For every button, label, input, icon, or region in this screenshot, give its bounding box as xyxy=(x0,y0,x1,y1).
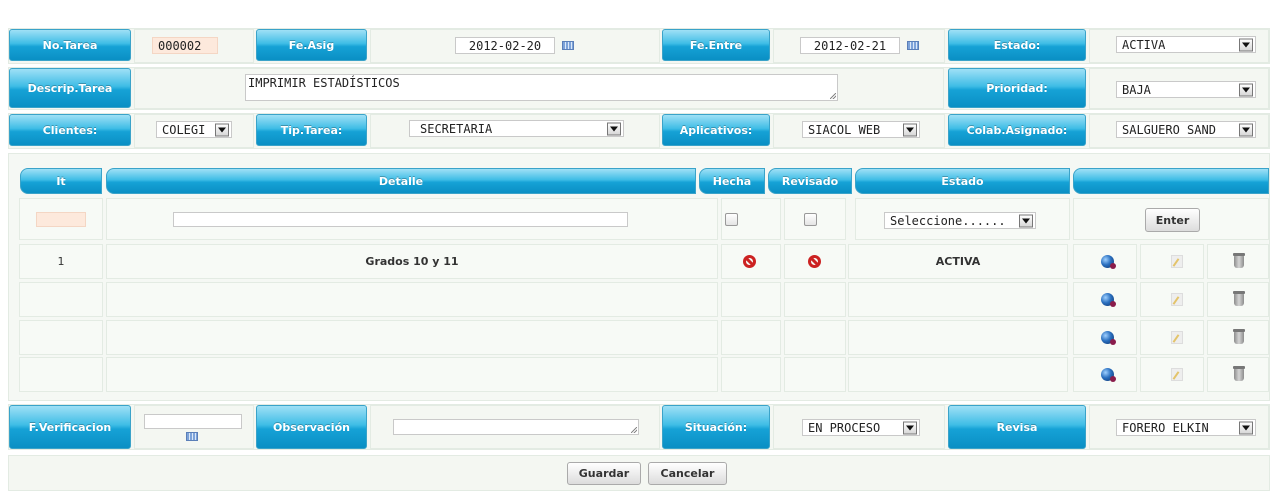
globe-view-icon[interactable] xyxy=(1101,368,1116,382)
situacion-select-value: EN PROCESO xyxy=(808,420,881,435)
chevron-down-icon[interactable] xyxy=(1239,38,1253,51)
globe-view-icon[interactable] xyxy=(1101,293,1116,307)
aplicativos-select[interactable]: SIACOL WEB xyxy=(802,121,920,138)
enter-button[interactable]: Enter xyxy=(1145,208,1200,232)
situacion-select[interactable]: EN PROCESO xyxy=(802,419,920,436)
clientes-select-value: COLEGI xyxy=(162,122,206,137)
chevron-down-icon[interactable] xyxy=(1239,421,1253,434)
clientes-label: Clientes: xyxy=(9,114,131,146)
col-header-revisado: Revisado xyxy=(768,168,852,194)
estado-entry-select-value: Seleccione...... xyxy=(890,213,1006,228)
table-cell xyxy=(721,320,781,355)
chevron-down-icon[interactable] xyxy=(903,421,917,434)
colab-asignado-select-value: SALGUERO SAND xyxy=(1122,122,1216,137)
chevron-down-icon[interactable] xyxy=(1239,83,1253,96)
descrip-tarea-textarea[interactable]: IMPRIMIR ESTADÍSTICOS xyxy=(245,74,838,101)
resize-grip-icon[interactable] xyxy=(830,93,836,99)
observacion-textarea[interactable] xyxy=(393,419,639,435)
f-verificacion-field[interactable] xyxy=(144,414,242,429)
col-header-it: It xyxy=(20,168,102,194)
table-cell xyxy=(784,357,846,392)
row-detalle xyxy=(106,282,718,317)
col-header-hecha: Hecha xyxy=(699,168,765,194)
col-header-actions xyxy=(1073,168,1269,194)
it-entry-field[interactable] xyxy=(36,212,86,227)
globe-view-icon[interactable] xyxy=(1101,331,1116,345)
detalle-entry-field[interactable] xyxy=(173,212,628,227)
row-it xyxy=(19,320,103,355)
calendar-icon[interactable] xyxy=(907,41,919,50)
table-cell xyxy=(721,357,781,392)
globe-view-icon[interactable] xyxy=(1101,255,1116,269)
fe-entre-field[interactable]: 2012-02-21 xyxy=(800,37,900,54)
prioridad-select-value: BAJA xyxy=(1122,82,1151,97)
edit-icon[interactable] xyxy=(1171,255,1183,268)
estado-label: Estado: xyxy=(948,29,1086,61)
aplicativos-label: Aplicativos: xyxy=(662,114,770,146)
guardar-button[interactable]: Guardar xyxy=(567,462,641,485)
fe-asig-label: Fe.Asig xyxy=(256,29,367,61)
tip-tarea-select-value: SECRETARIA xyxy=(420,121,493,136)
row-estado: ACTIVA xyxy=(935,255,981,268)
chevron-down-icon[interactable] xyxy=(1019,214,1033,227)
estado-entry-select[interactable]: Seleccione...... xyxy=(884,212,1036,229)
row-detalle xyxy=(106,357,718,392)
col-header-estado: Estado xyxy=(855,168,1070,194)
colab-asignado-select[interactable]: SALGUERO SAND xyxy=(1116,121,1256,138)
no-entry-icon[interactable] xyxy=(743,255,756,268)
row-it xyxy=(19,357,103,392)
trash-icon[interactable] xyxy=(1233,253,1245,268)
chevron-down-icon[interactable] xyxy=(903,123,917,136)
edit-icon[interactable] xyxy=(1171,368,1183,381)
revisa-select[interactable]: FORERO ELKIN xyxy=(1116,419,1256,436)
row-it: 1 xyxy=(57,255,65,268)
cancelar-button[interactable]: Cancelar xyxy=(648,462,727,485)
no-tarea-field[interactable]: 000002 xyxy=(152,37,218,54)
revisado-checkbox[interactable] xyxy=(804,213,817,226)
row-estado xyxy=(848,320,1068,355)
revisa-label: Revisa xyxy=(948,405,1086,449)
fe-asig-field[interactable]: 2012-02-20 xyxy=(455,37,555,54)
f-verificacion-label: F.Verificacion xyxy=(9,405,131,449)
situacion-label: Situación: xyxy=(662,405,770,449)
tip-tarea-select[interactable]: SECRETARIA xyxy=(409,120,624,137)
trash-icon[interactable] xyxy=(1233,366,1245,381)
edit-icon[interactable] xyxy=(1171,331,1183,344)
estado-select-value: ACTIVA xyxy=(1122,37,1166,52)
row-estado xyxy=(848,357,1068,392)
hecha-checkbox[interactable] xyxy=(725,213,738,226)
table-cell xyxy=(784,320,846,355)
chevron-down-icon[interactable] xyxy=(1239,123,1253,136)
resize-grip-icon[interactable] xyxy=(631,427,637,433)
table-cell xyxy=(721,282,781,317)
observacion-label: Observación xyxy=(256,405,367,449)
col-header-detalle: Detalle xyxy=(106,168,696,194)
trash-icon[interactable] xyxy=(1233,329,1245,344)
row-detalle xyxy=(106,320,718,355)
trash-icon[interactable] xyxy=(1233,291,1245,306)
row-it xyxy=(19,282,103,317)
descrip-tarea-value: IMPRIMIR ESTADÍSTICOS xyxy=(248,76,400,90)
calendar-icon[interactable] xyxy=(186,432,198,441)
edit-icon[interactable] xyxy=(1171,293,1183,306)
revisa-select-value: FORERO ELKIN xyxy=(1122,420,1209,435)
table-cell xyxy=(784,282,846,317)
descrip-tarea-label: Descrip.Tarea xyxy=(9,68,131,108)
clientes-select[interactable]: COLEGI xyxy=(156,121,232,138)
no-tarea-label: No.Tarea xyxy=(9,29,131,61)
colab-asignado-label: Colab.Asignado: xyxy=(948,114,1086,146)
fe-entre-label: Fe.Entre xyxy=(662,29,770,61)
estado-select[interactable]: ACTIVA xyxy=(1116,36,1256,53)
chevron-down-icon[interactable] xyxy=(215,123,229,136)
aplicativos-select-value: SIACOL WEB xyxy=(808,122,881,137)
chevron-down-icon[interactable] xyxy=(607,122,621,135)
calendar-icon[interactable] xyxy=(562,41,574,50)
prioridad-label: Prioridad: xyxy=(948,68,1086,108)
prioridad-select[interactable]: BAJA xyxy=(1116,81,1256,98)
row-estado xyxy=(848,282,1068,317)
tip-tarea-label: Tip.Tarea: xyxy=(256,114,367,146)
no-entry-icon[interactable] xyxy=(808,255,821,268)
row-detalle: Grados 10 y 11 xyxy=(365,255,459,268)
